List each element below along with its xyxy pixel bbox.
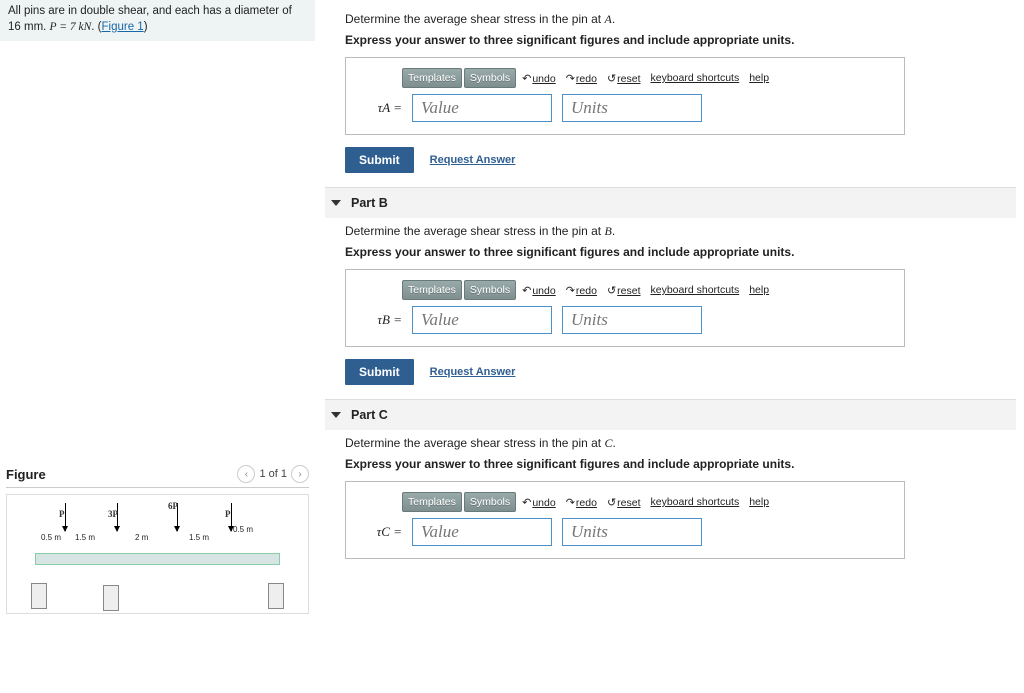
part-a-request-answer-link[interactable]: Request Answer — [430, 154, 516, 166]
part-b-answer-box: Templates Symbols ↶undo ↷redo ↺reset key… — [345, 269, 905, 347]
redo-icon: ↷ — [566, 497, 575, 509]
dim-label-1: 0.5 m — [41, 533, 61, 542]
dim-label-5: 0.5 m — [233, 525, 253, 534]
part-c-prompt: Determine the average shear stress in th… — [345, 436, 1006, 451]
part-b-header[interactable]: Part B — [325, 187, 1016, 218]
problem-statement: All pins are in double shear, and each h… — [0, 0, 315, 41]
reset-icon: ↺ — [607, 285, 616, 297]
symbols-button[interactable]: Symbols — [464, 68, 516, 88]
part-c-instr: Express your answer to three significant… — [345, 457, 1006, 471]
part-b-instr: Express your answer to three significant… — [345, 245, 1006, 259]
part-a-value-input[interactable] — [412, 94, 552, 122]
figure-diagram: P 3P 6P P 0.5 m 1.5 m 2 m 1.5 m 0.5 m — [6, 494, 309, 614]
redo-icon: ↷ — [566, 73, 575, 85]
part-b-prompt: Determine the average shear stress in th… — [345, 224, 1006, 239]
figure-panel: Figure ‹ 1 of 1 › P 3P 6P P 0.5 m 1.5 m — [0, 461, 315, 614]
part-c-toolbar: Templates Symbols ↶undo ↷redo ↺reset key… — [402, 492, 894, 512]
reset-button[interactable]: ↺reset — [603, 494, 645, 511]
part-a-units-input[interactable] — [562, 94, 702, 122]
part-c-answer-box: Templates Symbols ↶undo ↷redo ↺reset key… — [345, 481, 905, 559]
figure-counter: 1 of 1 — [259, 468, 287, 480]
figure-next-button[interactable]: › — [291, 465, 309, 483]
part-a-instr: Express your answer to three significant… — [345, 33, 1006, 47]
figure-link[interactable]: Figure 1 — [102, 21, 144, 33]
support-left — [31, 583, 47, 609]
templates-button[interactable]: Templates — [402, 68, 462, 88]
force-label-3: 6P — [168, 501, 178, 511]
keyboard-shortcuts-button[interactable]: keyboard shortcuts — [647, 70, 744, 86]
symbols-button[interactable]: Symbols — [464, 280, 516, 300]
part-a-prompt: Determine the average shear stress in th… — [345, 12, 1006, 27]
dim-label-2: 1.5 m — [75, 533, 95, 542]
part-c-units-input[interactable] — [562, 518, 702, 546]
part-b-toolbar: Templates Symbols ↶undo ↷redo ↺reset key… — [402, 280, 894, 300]
part-b-submit-button[interactable]: Submit — [345, 359, 414, 385]
templates-button[interactable]: Templates — [402, 280, 462, 300]
part-b-request-answer-link[interactable]: Request Answer — [430, 366, 516, 378]
dim-label-3: 2 m — [135, 533, 148, 542]
caret-down-icon — [331, 200, 341, 206]
part-b-submit-row: Submit Request Answer — [345, 359, 1006, 385]
reset-icon: ↺ — [607, 497, 616, 509]
part-a-submit-row: Submit Request Answer — [345, 147, 1006, 173]
support-mid — [103, 585, 119, 611]
redo-button[interactable]: ↷redo — [562, 70, 601, 87]
right-column: Determine the average shear stress in th… — [315, 0, 1024, 693]
support-right — [268, 583, 284, 609]
part-b-title: Part B — [351, 196, 388, 210]
part-a-input-row: τA = — [364, 94, 894, 122]
keyboard-shortcuts-button[interactable]: keyboard shortcuts — [647, 494, 744, 510]
part-a-submit-button[interactable]: Submit — [345, 147, 414, 173]
force-label-1: P — [59, 509, 65, 519]
part-c-title: Part C — [351, 408, 388, 422]
redo-icon: ↷ — [566, 285, 575, 297]
figure-header: Figure ‹ 1 of 1 › — [6, 461, 309, 488]
help-button[interactable]: help — [745, 494, 773, 510]
undo-icon: ↶ — [522, 285, 531, 297]
part-c-tau-label: τC = — [364, 524, 402, 540]
reset-button[interactable]: ↺reset — [603, 282, 645, 299]
part-a-toolbar: Templates Symbols ↶undo ↷redo ↺reset key… — [402, 68, 894, 88]
help-button[interactable]: help — [745, 282, 773, 298]
figure-title: Figure — [6, 467, 46, 482]
part-c-value-input[interactable] — [412, 518, 552, 546]
reset-button[interactable]: ↺reset — [603, 70, 645, 87]
force-arrow-4 — [231, 503, 232, 531]
left-column: All pins are in double shear, and each h… — [0, 0, 315, 693]
reset-icon: ↺ — [607, 73, 616, 85]
dim-label-4: 1.5 m — [189, 533, 209, 542]
figure-nav: ‹ 1 of 1 › — [237, 465, 309, 483]
part-a-tau-label: τA = — [364, 100, 402, 116]
force-arrow-1 — [65, 503, 66, 531]
help-button[interactable]: help — [745, 70, 773, 86]
part-b-tau-label: τB = — [364, 312, 402, 328]
undo-button[interactable]: ↶undo — [518, 494, 560, 511]
beam — [35, 553, 280, 565]
caret-down-icon — [331, 412, 341, 418]
keyboard-shortcuts-button[interactable]: keyboard shortcuts — [647, 282, 744, 298]
figure-prev-button[interactable]: ‹ — [237, 465, 255, 483]
part-b-input-row: τB = — [364, 306, 894, 334]
part-b-units-input[interactable] — [562, 306, 702, 334]
force-label-2: 3P — [108, 509, 118, 519]
part-c-header[interactable]: Part C — [325, 399, 1016, 430]
symbols-button[interactable]: Symbols — [464, 492, 516, 512]
problem-p-expr: P = 7 kN — [50, 21, 92, 33]
redo-button[interactable]: ↷redo — [562, 282, 601, 299]
part-b-value-input[interactable] — [412, 306, 552, 334]
part-a-answer-box: Templates Symbols ↶undo ↷redo ↺reset key… — [345, 57, 905, 135]
force-label-4: P — [225, 509, 231, 519]
undo-button[interactable]: ↶undo — [518, 282, 560, 299]
redo-button[interactable]: ↷redo — [562, 494, 601, 511]
templates-button[interactable]: Templates — [402, 492, 462, 512]
undo-button[interactable]: ↶undo — [518, 70, 560, 87]
part-c-input-row: τC = — [364, 518, 894, 546]
undo-icon: ↶ — [522, 73, 531, 85]
undo-icon: ↶ — [522, 497, 531, 509]
